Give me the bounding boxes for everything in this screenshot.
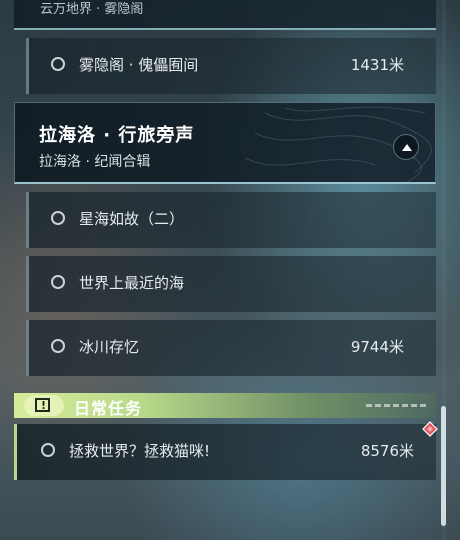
quest-status-circle-icon	[51, 275, 65, 289]
quest-name: 冰川存忆	[79, 338, 140, 356]
quest-distance: 1431米	[350, 56, 404, 74]
quest-status-circle-icon	[41, 443, 55, 457]
daily-tasks-header[interactable]: ! 日常任务	[14, 393, 436, 418]
quest-name: 雾隐阁 · 傀儡囿间	[79, 56, 199, 74]
daily-quest-item[interactable]: 拯救世界？拯救猫咪! 8576米	[14, 421, 438, 480]
quest-status-circle-icon	[51, 211, 65, 225]
decorative-stripes	[366, 404, 426, 407]
previous-chapter-subtitle: 云万地界 · 雾隐阁	[40, 2, 144, 17]
tracking-diamond-icon	[422, 421, 438, 437]
chapter-subtitle: 拉海洛 · 纪闻合辑	[39, 154, 151, 170]
quest-panel: 云万地界 · 雾隐阁 雾隐阁 · 傀儡囿间 1431米 拉海洛 · 行旅旁声 拉…	[0, 0, 460, 540]
quest-item[interactable]: 雾隐阁 · 傀儡囿间 1431米	[26, 38, 436, 94]
caret-up-icon	[402, 144, 412, 151]
scrollbar-thumb[interactable]	[441, 406, 446, 526]
quest-distance: 9744米	[350, 338, 404, 356]
collapse-button[interactable]	[393, 134, 419, 160]
daily-tasks-label: 日常任务	[74, 399, 143, 418]
quest-distance: 8576米	[360, 442, 414, 460]
quest-item[interactable]: 冰川存忆 9744米	[26, 320, 436, 376]
chapter-header[interactable]: 拉海洛 · 行旅旁声 拉海洛 · 纪闻合辑	[14, 102, 436, 184]
chapter-title: 拉海洛 · 行旅旁声	[39, 125, 195, 146]
alert-icon: !	[24, 395, 64, 416]
quest-name: 星海如故（二）	[79, 210, 185, 228]
quest-status-circle-icon	[51, 57, 65, 71]
quest-item[interactable]: 星海如故（二）	[26, 192, 436, 248]
quest-item[interactable]: 世界上最近的海	[26, 256, 436, 312]
previous-chapter-header[interactable]: 云万地界 · 雾隐阁	[14, 0, 436, 30]
quest-name: 世界上最近的海	[79, 274, 185, 292]
quest-status-circle-icon	[51, 339, 65, 353]
quest-name: 拯救世界？拯救猫咪!	[69, 442, 211, 460]
